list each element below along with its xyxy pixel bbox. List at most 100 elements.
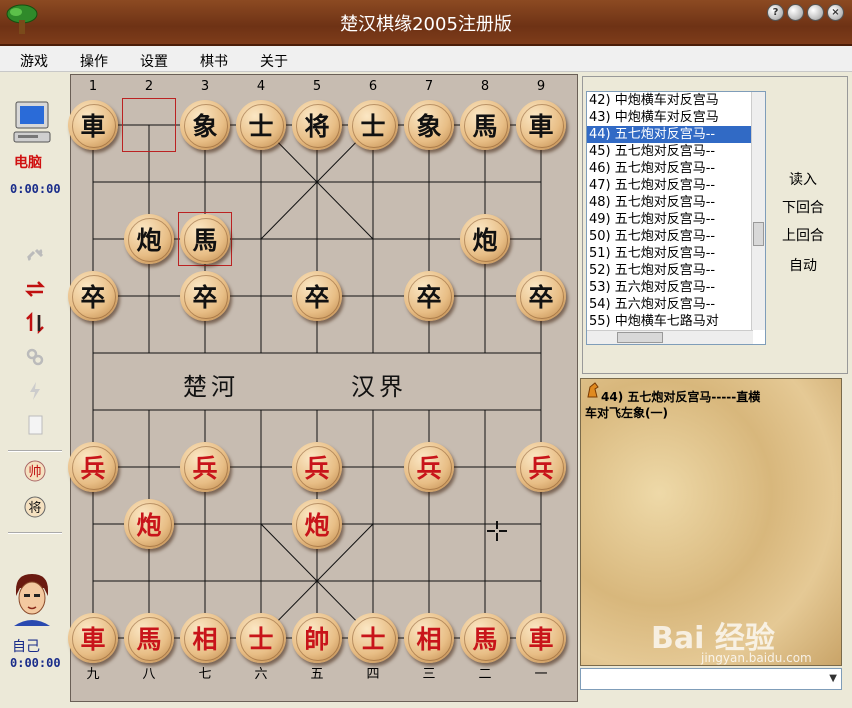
list-item[interactable]: 50) 五七炮对反宫马-- xyxy=(587,228,765,245)
column-number-top: 4 xyxy=(256,79,266,94)
red-piece[interactable]: 相 xyxy=(404,613,454,663)
list-item[interactable]: 49) 五七炮对反宫马-- xyxy=(587,211,765,228)
list-hscroll-thumb[interactable] xyxy=(617,332,663,343)
column-number-bottom: 四 xyxy=(366,667,380,682)
list-scroll-thumb[interactable] xyxy=(753,222,764,246)
list-item[interactable]: 53) 五六炮对反宫马-- xyxy=(587,279,765,296)
black-piece[interactable]: 卒 xyxy=(516,271,566,321)
list-item[interactable]: 52) 五七炮对反宫马-- xyxy=(587,262,765,279)
minimize-button[interactable] xyxy=(787,4,804,21)
menu-settings[interactable]: 设置 xyxy=(140,51,168,71)
menu-bar: 游戏 操作 设置 棋书 关于 xyxy=(0,46,852,72)
red-piece[interactable]: 車 xyxy=(68,613,118,663)
crosshair-cursor xyxy=(485,519,509,547)
maximize-button[interactable] xyxy=(807,4,824,21)
menu-about[interactable]: 关于 xyxy=(260,51,288,71)
red-king-icon[interactable]: 帅 xyxy=(22,458,48,484)
comment-panel: 44) 五七炮对反宫马-----直横 车对飞左象(一) Bai 经验 jingy… xyxy=(580,378,842,666)
list-item[interactable]: 51) 五七炮对反宫马-- xyxy=(587,245,765,262)
computer-label: 电脑 xyxy=(14,155,42,171)
opening-list[interactable]: 42) 中炮横车对反宫马 43) 中炮横车对反宫马 44) 五七炮对反宫马-- 45)… xyxy=(586,91,766,345)
column-number-top: 7 xyxy=(424,79,434,94)
title-bar: 楚汉棋缘2005注册版 ? × xyxy=(0,0,852,46)
black-piece[interactable]: 車 xyxy=(68,100,118,150)
column-number-top: 6 xyxy=(368,79,378,94)
red-piece[interactable]: 馬 xyxy=(124,613,174,663)
black-piece[interactable]: 卒 xyxy=(68,271,118,321)
swap-vertical-icon[interactable] xyxy=(22,310,48,336)
red-piece[interactable]: 兵 xyxy=(516,442,566,492)
help-button[interactable]: ? xyxy=(767,4,784,21)
list-item[interactable]: 45) 五七炮对反宫马-- xyxy=(587,143,765,160)
auto-button[interactable]: 自动 xyxy=(773,255,833,275)
red-piece[interactable]: 炮 xyxy=(124,499,174,549)
column-number-top: 3 xyxy=(200,79,210,94)
red-piece[interactable]: 士 xyxy=(236,613,286,663)
river-right-label: 汉界 xyxy=(351,373,407,401)
red-piece[interactable]: 兵 xyxy=(292,442,342,492)
red-piece[interactable]: 士 xyxy=(348,613,398,663)
toolbar-separator xyxy=(8,450,62,452)
black-piece[interactable]: 卒 xyxy=(404,271,454,321)
red-piece[interactable]: 兵 xyxy=(68,442,118,492)
move-list-panel: 42) 中炮横车对反宫马 43) 中炮横车对反宫马 44) 五七炮对反宫马-- 45)… xyxy=(582,76,848,374)
red-piece[interactable]: 車 xyxy=(516,613,566,663)
link-icon[interactable] xyxy=(22,242,48,268)
chain-icon[interactable] xyxy=(22,344,48,370)
svg-text:帅: 帅 xyxy=(28,465,41,480)
black-piece[interactable]: 車 xyxy=(516,100,566,150)
main-area: 电脑 0:00:00 帅 将 自己 0:00:00 1 2 3 4 5 6 7 … xyxy=(0,72,852,708)
list-item[interactable]: 54) 五六炮对反宫马-- xyxy=(587,296,765,313)
list-item[interactable]: 43) 中炮横车对反宫马 xyxy=(587,109,765,126)
menu-chessbook[interactable]: 棋书 xyxy=(200,51,228,71)
user-avatar xyxy=(10,570,54,630)
toolbar-separator xyxy=(8,532,62,534)
comment-line-2: 车对飞左象(一) xyxy=(585,406,668,420)
black-piece[interactable]: 馬 xyxy=(460,100,510,150)
list-item[interactable]: 44) 五七炮对反宫马-- xyxy=(587,126,765,143)
column-number-bottom: 二 xyxy=(478,667,492,682)
list-item[interactable]: 48) 五七炮对反宫马-- xyxy=(587,194,765,211)
load-button[interactable]: 读入 xyxy=(773,169,833,189)
list-vertical-scrollbar[interactable] xyxy=(751,92,765,330)
black-piece[interactable]: 士 xyxy=(348,100,398,150)
document-icon[interactable] xyxy=(22,412,48,438)
river-left-label: 楚河 xyxy=(183,373,239,401)
black-piece[interactable]: 象 xyxy=(180,100,230,150)
black-piece[interactable]: 将 xyxy=(292,100,342,150)
menu-game[interactable]: 游戏 xyxy=(20,51,48,71)
black-general-icon[interactable]: 将 xyxy=(22,494,48,520)
chevron-down-icon[interactable]: ▼ xyxy=(829,673,837,684)
list-horizontal-scrollbar[interactable] xyxy=(587,330,753,344)
self-timer: 0:00:00 xyxy=(10,656,61,670)
computer-timer: 0:00:00 xyxy=(10,182,61,196)
prev-round-button[interactable]: 上回合 xyxy=(773,225,833,245)
list-item[interactable]: 55) 中炮横车七路马对 xyxy=(587,313,765,330)
black-piece[interactable]: 卒 xyxy=(292,271,342,321)
column-number-top: 9 xyxy=(536,79,546,94)
bottom-dropdown[interactable]: ▼ xyxy=(580,668,842,690)
menu-operate[interactable]: 操作 xyxy=(80,51,108,71)
black-piece[interactable]: 士 xyxy=(236,100,286,150)
swap-horizontal-icon[interactable] xyxy=(22,276,48,302)
red-piece[interactable]: 兵 xyxy=(404,442,454,492)
list-item[interactable]: 46) 五七炮对反宫马-- xyxy=(587,160,765,177)
column-number-bottom: 一 xyxy=(534,667,548,682)
red-piece[interactable]: 相 xyxy=(180,613,230,663)
black-piece[interactable]: 馬 xyxy=(180,214,230,264)
column-number-top: 2 xyxy=(144,79,154,94)
list-item[interactable]: 42) 中炮横车对反宫马 xyxy=(587,92,765,109)
red-piece[interactable]: 帥 xyxy=(292,613,342,663)
next-round-button[interactable]: 下回合 xyxy=(773,197,833,217)
red-piece[interactable]: 兵 xyxy=(180,442,230,492)
black-piece[interactable]: 炮 xyxy=(124,214,174,264)
red-piece[interactable]: 炮 xyxy=(292,499,342,549)
list-item[interactable]: 47) 五七炮对反宫马-- xyxy=(587,177,765,194)
red-piece[interactable]: 馬 xyxy=(460,613,510,663)
black-piece[interactable]: 象 xyxy=(404,100,454,150)
chess-board[interactable]: 123456789九八七六五四三二一 楚河 汉界 車象士将士象馬車炮馬炮卒卒卒卒… xyxy=(68,74,578,702)
black-piece[interactable]: 卒 xyxy=(180,271,230,321)
close-button[interactable]: × xyxy=(827,4,844,21)
black-piece[interactable]: 炮 xyxy=(460,214,510,264)
lightning-icon[interactable] xyxy=(22,378,48,404)
